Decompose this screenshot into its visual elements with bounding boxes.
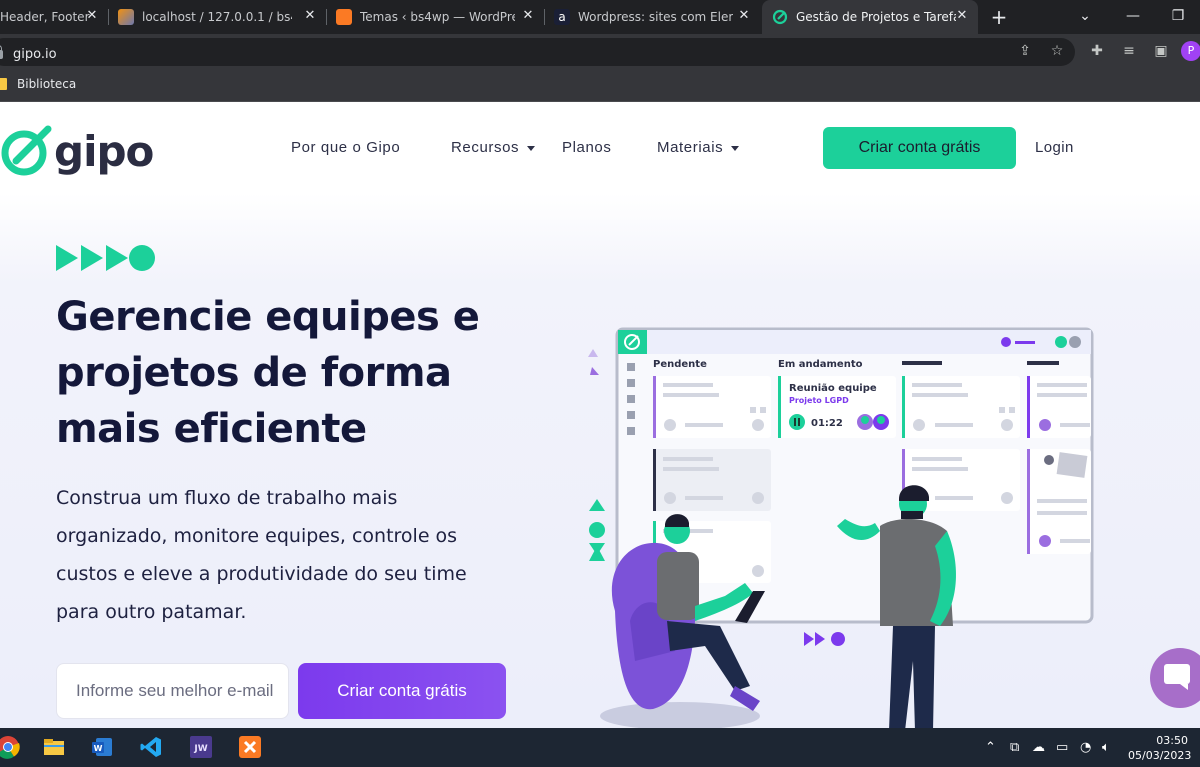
a-letter-icon: a [554,9,570,25]
tab-phpmyadmin[interactable]: localhost / 127.0.0.1 / bs4wp ✕ [118,0,326,34]
gipo-logo[interactable]: gipo [0,123,154,179]
minimize-icon[interactable]: — [1110,0,1156,34]
file-explorer-icon[interactable] [42,735,66,759]
email-field[interactable] [56,663,289,719]
bookmark-biblioteca[interactable]: Biblioteca [17,77,76,91]
gipo-tab-icon [772,9,788,25]
tab-search-chevron-icon[interactable]: ⌄ [1062,0,1108,34]
jw-icon[interactable]: JW [189,735,213,759]
chat-widget-button[interactable] [1150,648,1200,708]
tab-wordpress-elementor[interactable]: a Wordpress: sites com Elemen ✕ [554,0,760,34]
tab-close-icon[interactable]: ✕ [736,8,752,24]
tray-chevron-icon[interactable]: ⌃ [985,740,996,755]
profile-avatar[interactable]: P [1181,41,1200,61]
card-project: Projeto LGPD [789,396,849,405]
tab-close-icon[interactable]: ✕ [954,8,970,24]
omnibox[interactable]: gipo.io [0,38,1075,66]
tab-close-icon[interactable]: ✕ [520,8,536,24]
tab-separator [108,9,109,25]
media-queue-icon[interactable]: ≡ [1120,42,1138,60]
phpmyadmin-icon [118,9,134,25]
folder-icon [0,78,7,90]
wifi-icon[interactable]: ◔ [1080,740,1091,755]
page-viewport: gipo Por que o Gipo Recursos Planos Mate… [0,103,1200,728]
bookmarks-bar: Biblioteca [0,68,1200,102]
restore-icon[interactable]: ❐ [1155,0,1200,34]
play-arrows-decoration [56,245,155,271]
chevron-down-icon [731,145,740,151]
card-title: Reunião equipe [789,383,877,394]
extensions-icon[interactable]: ✚ [1088,42,1106,60]
url-text[interactable]: gipo.io [13,47,57,62]
board-col-pending: Pendente [653,359,707,370]
cloud-icon[interactable]: ☁ [1032,740,1045,755]
nav-why-gipo[interactable]: Por que o Gipo [291,139,400,156]
tab-header-footer[interactable]: Header, Footer ✕ [0,0,108,34]
tab-wordpress-themes[interactable]: Temas ‹ bs4wp — WordPress ✕ [336,0,544,34]
nav-resources[interactable]: Recursos [451,139,536,156]
vscode-icon[interactable] [139,735,163,759]
xampp-tab-icon [336,9,352,25]
board-col-progress: Em andamento [778,359,863,370]
chevron-down-icon [527,145,536,151]
chat-icon [1164,664,1190,690]
tab-close-icon[interactable]: ✕ [84,8,100,24]
new-tab-plus-icon[interactable]: + [988,6,1010,28]
share-icon[interactable]: ⇪ [1016,42,1034,60]
svg-text:W: W [94,744,103,753]
meet-now-icon[interactable]: ⧉ [1010,740,1019,755]
word-icon[interactable]: W [90,735,114,759]
side-panel-icon[interactable]: ▣ [1152,42,1170,60]
hero-headline: Gerencie equipes e projetos de forma mai… [56,294,480,452]
nav-signup-button[interactable]: Criar conta grátis [823,127,1016,169]
chrome-icon[interactable] [0,735,20,759]
card-timer: 01:22 [811,418,843,429]
volume-icon[interactable]: 🔈︎ [1102,740,1110,755]
tab-separator [544,9,545,25]
xampp-icon[interactable] [238,735,262,759]
battery-icon[interactable]: ▭ [1056,740,1068,755]
nav-materials[interactable]: Materiais [657,139,740,156]
kanban-illustration: Pendente Em andamento Reunião equipe Pro… [588,327,1094,728]
hero-signup-button[interactable]: Criar conta grátis [298,663,506,719]
tab-gipo[interactable]: Gestão de Projetos e Tarefas | ✕ [762,0,978,34]
hero-subtext: Construa um fluxo de trabalho mais organ… [56,487,467,623]
windows-taskbar: W JW ⌃ ⧉ ☁ ▭ ◔ 🔈︎ 03:50 05/03/2023 [0,728,1200,767]
lock-icon[interactable] [0,45,3,59]
tab-separator [326,9,327,25]
system-clock[interactable]: 03:50 05/03/2023 [1128,733,1191,763]
login-link[interactable]: Login [1035,139,1074,156]
browser-tab-strip: Header, Footer ✕ localhost / 127.0.0.1 /… [0,0,1200,34]
gipo-logo-icon [1,125,52,176]
svg-text:JW: JW [193,744,207,754]
nav-plans[interactable]: Planos [562,139,611,156]
tab-close-icon[interactable]: ✕ [302,8,318,24]
brand-name: gipo [54,126,154,176]
star-icon[interactable]: ☆ [1048,42,1066,60]
